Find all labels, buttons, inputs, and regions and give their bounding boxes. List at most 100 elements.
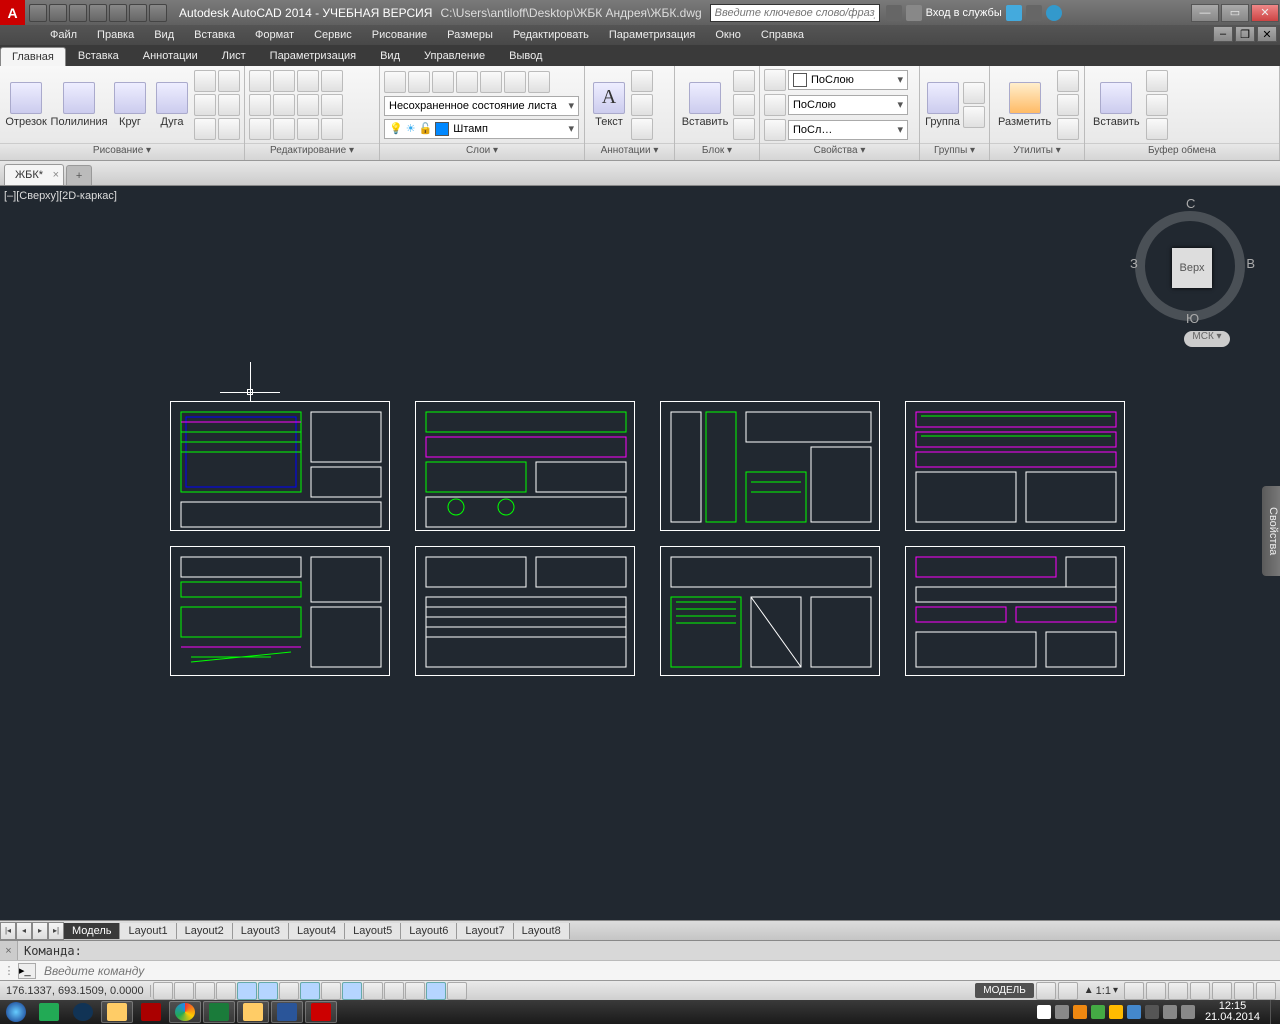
boundary-icon[interactable]: [218, 118, 240, 140]
layout-tab[interactable]: Layout4: [289, 923, 345, 939]
leader-icon[interactable]: [631, 94, 653, 116]
app-logo[interactable]: A: [0, 0, 25, 25]
menu-draw[interactable]: Рисование: [362, 27, 437, 43]
menu-edit[interactable]: Правка: [87, 27, 144, 43]
color-combo[interactable]: ПоСлою: [788, 70, 908, 90]
select-all-icon[interactable]: [1057, 70, 1079, 92]
measure-button[interactable]: Разметить: [994, 80, 1055, 130]
pasteblk-icon[interactable]: [1146, 118, 1168, 140]
copy-icon[interactable]: [249, 94, 271, 116]
panel-modify-title[interactable]: Редактирование ▾: [245, 143, 379, 160]
workspace-switch-icon[interactable]: [1168, 982, 1188, 1000]
sheet-thumbnail[interactable]: [415, 546, 635, 676]
layer-current-combo[interactable]: 💡☀🔓Штамп: [384, 119, 579, 139]
ducs-toggle[interactable]: [321, 982, 341, 1000]
menu-tools[interactable]: Сервис: [304, 27, 362, 43]
maximize-button[interactable]: ▭: [1221, 4, 1249, 22]
quick-select-icon[interactable]: [1057, 94, 1079, 116]
autodesk360-icon[interactable]: [1026, 5, 1042, 21]
menu-format[interactable]: Формат: [245, 27, 304, 43]
anno-visibility-icon[interactable]: [1124, 982, 1144, 1000]
dim-linear-icon[interactable]: [631, 70, 653, 92]
task-word[interactable]: [271, 1001, 303, 1023]
layout-tab-model[interactable]: Модель: [64, 923, 120, 939]
layer-iso-icon[interactable]: [528, 71, 550, 93]
table-icon[interactable]: [631, 118, 653, 140]
sheet-thumbnail[interactable]: [905, 546, 1125, 676]
search-icon[interactable]: [886, 5, 902, 21]
array-icon[interactable]: [297, 118, 319, 140]
tray-volume-icon[interactable]: [1181, 1005, 1195, 1019]
task-chrome[interactable]: [169, 1001, 201, 1023]
osnap-toggle[interactable]: [258, 982, 278, 1000]
rectangle-icon[interactable]: [194, 70, 216, 92]
coordinates-readout[interactable]: 176.1337, 693.1509, 0.0000: [0, 985, 151, 997]
spline-icon[interactable]: [194, 94, 216, 116]
panel-draw-title[interactable]: Рисование ▾: [0, 143, 244, 160]
lineweight-btn-icon[interactable]: [764, 94, 786, 116]
sheet-thumbnail[interactable]: [170, 546, 390, 676]
ellipse-icon[interactable]: [194, 118, 216, 140]
filetab-current[interactable]: ЖБК*×: [4, 164, 64, 185]
task-folder[interactable]: [237, 1001, 269, 1023]
task-app2[interactable]: [135, 1001, 167, 1023]
properties-palette-tab[interactable]: Свойства: [1262, 486, 1280, 576]
trim-icon[interactable]: [297, 70, 319, 92]
mirror-icon[interactable]: [273, 94, 295, 116]
layer-prev-icon[interactable]: [504, 71, 526, 93]
3dosnap-toggle[interactable]: [279, 982, 299, 1000]
viewcube-top[interactable]: Верх: [1172, 248, 1212, 288]
task-excel[interactable]: [203, 1001, 235, 1023]
filetab-close-icon[interactable]: ×: [53, 169, 59, 181]
doc-close-button[interactable]: ✕: [1257, 26, 1277, 42]
menu-help[interactable]: Справка: [751, 27, 814, 43]
doc-minimize-button[interactable]: –: [1213, 26, 1233, 42]
panel-annot-title[interactable]: Аннотации ▾: [585, 143, 674, 160]
tab-view[interactable]: Вид: [368, 46, 412, 66]
tray-action-center-icon[interactable]: [1055, 1005, 1069, 1019]
copy-clip-icon[interactable]: [1146, 94, 1168, 116]
transparency-toggle[interactable]: [384, 982, 404, 1000]
clean-screen-icon[interactable]: [1256, 982, 1276, 1000]
otrack-toggle[interactable]: [300, 982, 320, 1000]
cut-icon[interactable]: [1146, 70, 1168, 92]
filetab-new-button[interactable]: +: [66, 165, 92, 185]
layer-freeze-icon[interactable]: [432, 71, 454, 93]
annotation-scale[interactable]: ▲ 1:1 ▾: [1080, 985, 1122, 997]
infer-constraints-toggle[interactable]: [153, 982, 173, 1000]
sheet-thumbnail[interactable]: [660, 401, 880, 531]
ortho-toggle[interactable]: [216, 982, 236, 1000]
menu-modify[interactable]: Редактировать: [503, 27, 599, 43]
layer-props-icon[interactable]: [384, 71, 406, 93]
signin-icon[interactable]: [906, 5, 922, 21]
wcs-button[interactable]: МСК ▾: [1184, 331, 1230, 347]
panel-groups-title[interactable]: Группы ▾: [920, 143, 989, 160]
tray-network-icon[interactable]: [1163, 1005, 1177, 1019]
panel-layers-title[interactable]: Слои ▾: [380, 143, 584, 160]
layer-match-icon[interactable]: [480, 71, 502, 93]
create-block-icon[interactable]: [733, 70, 755, 92]
panel-props-title[interactable]: Свойства ▾: [760, 143, 919, 160]
tray-icon[interactable]: [1109, 1005, 1123, 1019]
sel-cycling-toggle[interactable]: [426, 982, 446, 1000]
command-input[interactable]: [40, 964, 1280, 978]
panel-utils-title[interactable]: Утилиты ▾: [990, 143, 1084, 160]
layout-tab[interactable]: Layout8: [514, 923, 570, 939]
tab-insert[interactable]: Вставка: [66, 46, 131, 66]
erase-icon[interactable]: [321, 70, 343, 92]
layout-tab[interactable]: Layout5: [345, 923, 401, 939]
menu-insert[interactable]: Вставка: [184, 27, 245, 43]
doc-restore-button[interactable]: ❐: [1235, 26, 1255, 42]
lwt-toggle[interactable]: [363, 982, 383, 1000]
hardware-accel-icon[interactable]: [1212, 982, 1232, 1000]
cmdline-handle-icon[interactable]: ⋮: [0, 964, 18, 977]
tray-show-hidden-icon[interactable]: [1037, 1005, 1051, 1019]
match-props-icon[interactable]: [764, 69, 786, 91]
linetype-btn-icon[interactable]: [764, 119, 786, 141]
layout-nav-next[interactable]: ▸: [32, 922, 48, 940]
tab-annotate[interactable]: Аннотации: [131, 46, 210, 66]
viewcube[interactable]: Верх С Ю З В: [1130, 196, 1250, 316]
polyline-button[interactable]: Полилиния: [50, 80, 108, 130]
tab-home[interactable]: Главная: [0, 47, 66, 66]
task-autocad[interactable]: [305, 1001, 337, 1023]
